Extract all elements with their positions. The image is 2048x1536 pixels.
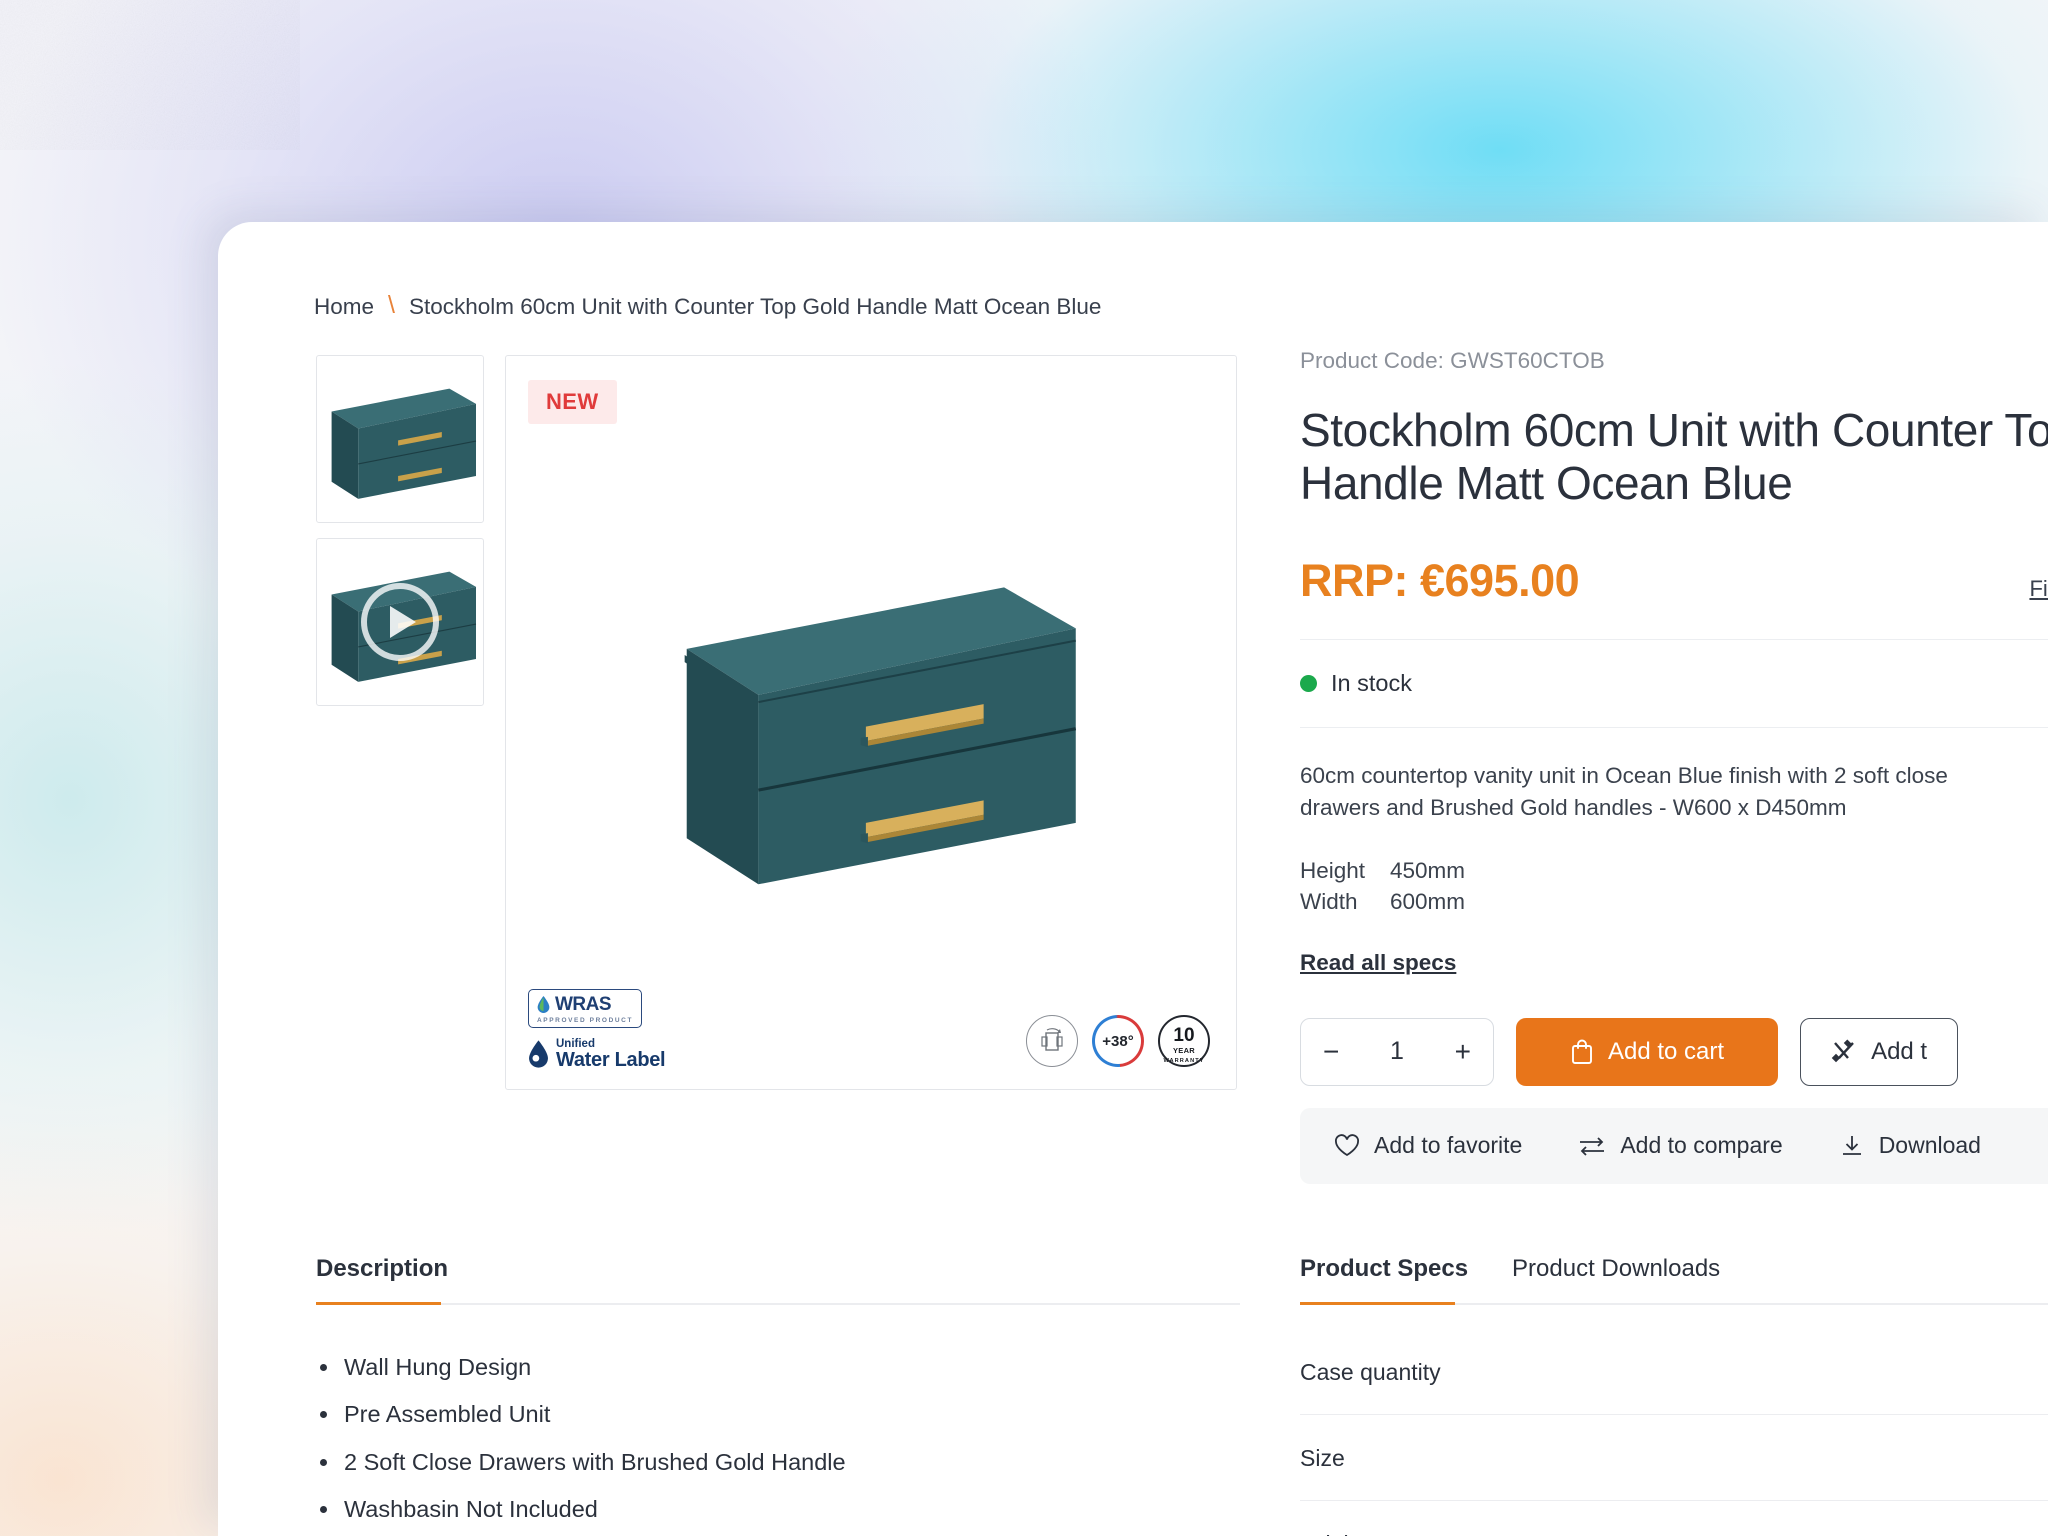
product-price: RRP: €695.00 [1300,554,1580,606]
product-info-panel: Product Code: GWST60CTOB Stockholm 60cm … [1300,348,2048,1184]
tab-description[interactable]: Description [316,1255,448,1285]
download-label: Download [1878,1132,1981,1159]
list-item: Pre Assembled Unit [316,1400,1240,1429]
secondary-actions-row: Add to favorite Add to compare Download [1300,1107,2048,1184]
description-section: Description Wall Hung Design Pre Assembl… [316,1255,1240,1536]
read-all-specs-link[interactable]: Read all specs [1300,950,1456,976]
shopping-bag-icon [1572,1039,1592,1064]
product-title-line-1: Stockholm 60cm Unit with Counter Top [1300,404,2048,456]
specs-tabs-bar: Product Specs Product Downloads [1300,1255,2048,1305]
feature-badge-row: +38 ° 10 YEAR WARRANTY [1026,1015,1210,1067]
temperature-number: +38 [1102,1032,1128,1050]
status-badge: In stock [1331,669,1412,696]
product-code-value: GWST60CTOB [1450,348,1605,373]
table-row: Origin [1300,1501,2048,1536]
specs-row-list: Case quantity Size Origin [1300,1329,2048,1536]
add-to-project-button[interactable]: Add t [1800,1017,1959,1086]
cabinet-thumbnail-image [320,366,480,512]
dimension-row-height: Height 450mm [1300,855,2048,887]
breadcrumb: Home \ Stockholm 60cm Unit with Counter … [314,291,1102,321]
stock-status-row: In stock [1300,640,2048,728]
description-tab-underline [316,1302,441,1305]
dimension-row-width: Width 600mm [1300,886,2048,918]
water-droplet-icon [529,1040,548,1069]
status-dot-icon [1300,674,1317,692]
list-item: 2 Soft Close Drawers with Brushed Gold H… [316,1448,1240,1477]
product-code-label: Product Code: [1300,348,1444,373]
list-item: Wall Hung Design [316,1353,1240,1382]
wras-approved-badge: WRAS APPROVED PRODUCT [528,988,643,1028]
wras-droplet-icon [537,996,550,1014]
play-triangle-icon [390,606,416,638]
specs-section: Product Specs Product Downloads Case qua… [1300,1255,2048,1536]
tools-cross-icon [1831,1039,1854,1063]
dimension-value-height: 450mm [1390,857,1466,883]
wras-wordmark: WRAS [555,993,612,1015]
price-row: RRP: €695.00 Fin [1300,555,2048,640]
download-button[interactable]: Download [1839,1132,1981,1159]
download-icon [1842,1135,1861,1155]
tab-product-downloads[interactable]: Product Downloads [1512,1255,1720,1285]
dimension-key-width: Width [1300,889,1358,915]
quantity-value: 1 [1390,1037,1404,1066]
warranty-years: 10 [1173,1025,1195,1047]
compare-arrows-icon [1580,1137,1605,1156]
add-to-project-label: Add t [1871,1037,1928,1065]
specs-tab-underline [1300,1302,1455,1305]
uwl-line-2: Water Label [556,1049,666,1071]
cart-controls-row: − 1 + Add to cart Add t [1300,1017,2048,1086]
table-row: Case quantity [1300,1329,2048,1415]
main-product-image[interactable]: NEW WRAS APPROVED PRODUCT Unified Water … [505,355,1237,1090]
find-stockist-link[interactable]: Fin [2029,576,2048,602]
gallery-thumbnail-photo[interactable] [316,355,484,523]
dimension-key-height: Height [1300,857,1366,883]
product-title-line-2: Handle Matt Ocean Blue [1300,457,1793,510]
temperature-value: +38 ° [1095,1018,1141,1064]
breadcrumb-separator-icon: \ [388,291,395,319]
warranty-badge: 10 YEAR WARRANTY [1158,1015,1210,1067]
cabinet-hero-image [656,525,1086,920]
description-tabs-bar: Description [316,1255,1240,1305]
certification-badges: WRAS APPROVED PRODUCT Unified Water Labe… [528,988,666,1071]
quantity-increment-button[interactable]: + [1455,1037,1471,1066]
unified-water-label-badge: Unified Water Label [528,1038,666,1071]
gallery-thumbnail-list [316,355,484,721]
warranty-word: WARRANTY [1163,1058,1205,1064]
description-bullet-list: Wall Hung Design Pre Assembled Unit 2 So… [316,1353,1240,1536]
new-badge: NEW [528,380,617,424]
dimensions-list: Height 450mm Width 600mm [1300,855,2048,918]
breadcrumb-home-link[interactable]: Home [314,294,374,320]
add-to-cart-button[interactable]: Add to cart [1516,1017,1779,1086]
add-to-compare-label: Add to compare [1620,1132,1783,1159]
add-to-compare-button[interactable]: Add to compare [1578,1132,1783,1159]
quantity-stepper[interactable]: − 1 + [1300,1017,1494,1086]
add-to-cart-label: Add to cart [1608,1037,1725,1065]
add-to-favorite-label: Add to favorite [1374,1132,1523,1159]
dimension-value-width: 600mm [1390,889,1466,915]
temperature-badge: +38 ° [1092,1015,1144,1067]
product-code: Product Code: GWST60CTOB [1300,348,2048,374]
warranty-year-label: YEAR [1172,1045,1196,1055]
table-row: Size [1300,1415,2048,1501]
heart-icon [1335,1134,1359,1157]
page-title: Stockholm 60cm Unit with Counter Top Han… [1300,404,2048,511]
tab-product-specs[interactable]: Product Specs [1300,1255,1468,1285]
play-icon[interactable] [361,583,439,661]
wras-subtext: APPROVED PRODUCT [537,1016,634,1024]
list-item: Washbasin Not Included [316,1495,1240,1524]
background-noise-texture [0,0,300,150]
add-to-favorite-button[interactable]: Add to favorite [1334,1132,1522,1159]
reversible-icon [1026,1015,1078,1067]
gallery-thumbnail-video[interactable] [316,538,484,706]
quantity-decrement-button[interactable]: − [1323,1037,1339,1066]
product-short-description: 60cm countertop vanity unit in Ocean Blu… [1300,762,1948,821]
breadcrumb-current-page: Stockholm 60cm Unit with Counter Top Gol… [408,293,1102,319]
temperature-degree-symbol: ° [1127,1032,1134,1050]
